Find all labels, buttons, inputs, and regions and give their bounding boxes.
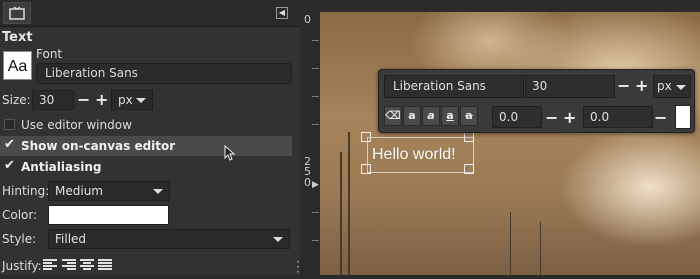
font-label: Font bbox=[36, 47, 63, 61]
ruler-tick bbox=[312, 40, 319, 41]
font-entry[interactable]: Liberation Sans bbox=[36, 63, 292, 84]
canvas-top-strip bbox=[318, 0, 700, 12]
toolbar-size-decrease-button[interactable]: − bbox=[617, 78, 630, 94]
tool-options-tab[interactable] bbox=[3, 2, 31, 24]
ruler-tick bbox=[312, 124, 319, 125]
strikethrough-icon[interactable]: a bbox=[460, 106, 478, 126]
style-label: Style: bbox=[2, 232, 37, 246]
baseline-decrease-button[interactable]: − bbox=[545, 110, 558, 126]
toolbar-unit-value: px bbox=[657, 79, 672, 93]
unit-value: px bbox=[118, 93, 133, 107]
hinting-label: Hinting: bbox=[2, 184, 50, 198]
panel-resize-handle[interactable]: · · · bbox=[296, 256, 300, 278]
resize-handle-top-left[interactable] bbox=[361, 132, 371, 142]
size-decrease-button[interactable]: − bbox=[77, 92, 90, 108]
ship-mast bbox=[340, 152, 342, 275]
ruler-label: 0 bbox=[304, 176, 311, 189]
antialiasing-label: Antialiasing bbox=[21, 160, 102, 174]
kerning-decrease-button[interactable]: − bbox=[654, 110, 667, 126]
ruler-label: 0 bbox=[304, 13, 311, 26]
justify-center-icon[interactable] bbox=[80, 259, 94, 271]
chevron-down-icon bbox=[273, 237, 283, 242]
ruler-tick bbox=[312, 68, 319, 69]
toolbar-size-entry[interactable]: 30 bbox=[525, 75, 615, 98]
checkmark-icon: ✔ bbox=[4, 158, 15, 173]
italic-icon[interactable]: a bbox=[422, 106, 440, 126]
panel-menu-icon[interactable]: ◀ bbox=[276, 7, 288, 19]
justify-left-icon[interactable] bbox=[43, 259, 57, 271]
tool-options-panel: ◀ Text Aa Font Liberation Sans Size: 30 … bbox=[0, 0, 300, 275]
canvas-text[interactable]: Hello world! bbox=[372, 146, 456, 164]
hinting-select[interactable]: Medium bbox=[48, 181, 170, 201]
font-preview-button[interactable]: Aa bbox=[3, 51, 32, 80]
style-value: Filled bbox=[55, 232, 87, 246]
ruler-tick bbox=[312, 212, 319, 213]
bold-icon[interactable]: a bbox=[403, 106, 421, 126]
size-entry[interactable]: 30 bbox=[32, 90, 74, 110]
use-editor-window-label: Use editor window bbox=[21, 118, 132, 132]
baseline-increase-button[interactable]: + bbox=[563, 110, 576, 126]
dock-tab-bar: ◀ bbox=[0, 0, 300, 27]
justify-label: Justify: bbox=[2, 259, 42, 273]
size-label: Size: bbox=[2, 93, 31, 107]
use-editor-window-checkbox[interactable]: Use editor window bbox=[0, 115, 292, 135]
resize-handle-bottom-left[interactable] bbox=[361, 164, 371, 174]
toolbar-unit-select[interactable]: px bbox=[653, 75, 691, 98]
tool-options-icon bbox=[9, 6, 25, 20]
style-select[interactable]: Filled bbox=[48, 229, 290, 249]
underline-icon[interactable]: a bbox=[441, 106, 459, 126]
chevron-down-icon bbox=[153, 189, 163, 194]
panel-title: Text bbox=[2, 30, 33, 45]
justify-fill-icon[interactable] bbox=[98, 259, 112, 271]
toolbar-font-entry[interactable]: Liberation Sans bbox=[384, 75, 524, 98]
vertical-ruler bbox=[302, 12, 321, 275]
ruler-tick bbox=[312, 96, 319, 97]
color-swatch-button[interactable] bbox=[48, 205, 169, 225]
resize-handle-top-right[interactable] bbox=[464, 132, 474, 142]
justify-right-icon[interactable] bbox=[62, 259, 76, 271]
chevron-down-icon bbox=[136, 98, 146, 103]
resize-handle-bottom-right[interactable] bbox=[464, 164, 474, 174]
ship-mast bbox=[510, 212, 511, 275]
unit-select[interactable]: px bbox=[111, 90, 153, 110]
ruler-tick bbox=[312, 240, 319, 241]
size-increase-button[interactable]: + bbox=[95, 92, 108, 108]
hinting-value: Medium bbox=[55, 184, 103, 198]
checkmark-icon: ✔ bbox=[4, 137, 15, 152]
ship-mast bbox=[540, 222, 541, 275]
text-color-swatch[interactable] bbox=[675, 105, 691, 129]
mouse-cursor-icon bbox=[224, 145, 236, 161]
checkbox-unchecked-icon bbox=[4, 119, 15, 130]
clear-style-icon[interactable]: ⌫ bbox=[384, 106, 402, 126]
show-on-canvas-editor-label: Show on-canvas editor bbox=[21, 139, 176, 153]
chevron-down-icon bbox=[676, 85, 686, 90]
on-canvas-text-toolbar: Liberation Sans 30 − + px ⌫ a a a a 0.0 … bbox=[378, 69, 695, 133]
ruler-pointer-icon: ▶ bbox=[312, 180, 319, 190]
color-label: Color: bbox=[2, 208, 38, 222]
ship-mast bbox=[348, 132, 350, 275]
toolbar-size-increase-button[interactable]: + bbox=[635, 78, 648, 94]
antialiasing-checkbox[interactable]: ✔ Antialiasing bbox=[0, 157, 292, 177]
kerning-entry[interactable]: 0.0 bbox=[583, 106, 653, 128]
show-on-canvas-editor-checkbox[interactable]: ✔ Show on-canvas editor bbox=[0, 136, 292, 156]
baseline-offset-entry[interactable]: 0.0 bbox=[492, 106, 542, 128]
